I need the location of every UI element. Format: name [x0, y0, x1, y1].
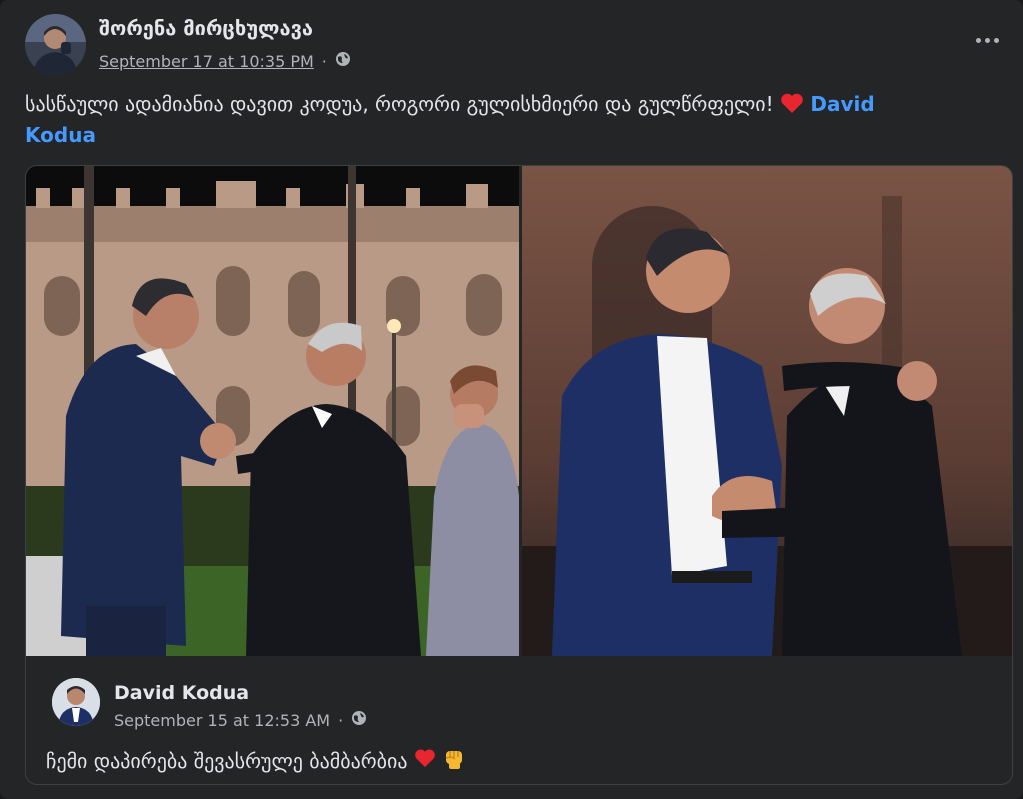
shared-post-text-block: ჩემი დაპირება შევასრულე ბამბარბია [46, 746, 466, 775]
raised-fist-icon [442, 746, 466, 775]
post-header: შორენა მირცხულავა September 17 at 10:35 … [25, 14, 1005, 76]
red-heart-icon [414, 748, 436, 773]
globe-icon[interactable] [335, 51, 351, 71]
post-text-block: სასწაული ადამიანია დავით კოდუა, როგორი გ… [25, 90, 985, 149]
shared-author-avatar[interactable] [52, 678, 100, 726]
shared-post-timestamp[interactable]: September 15 at 12:53 AM [114, 711, 330, 730]
post-text: სასწაული ადამიანია დავით კოდუა, როგორი გ… [25, 92, 774, 116]
red-heart-icon [780, 92, 804, 121]
post-meta: September 17 at 10:35 PM · [99, 51, 351, 71]
photo-right[interactable] [522, 166, 1012, 656]
photo-left[interactable] [26, 166, 519, 656]
author-name[interactable]: შორენა მირცხულავა [99, 16, 313, 40]
tag-name-first: David [810, 92, 875, 116]
tag-name-last: Kodua [25, 123, 96, 147]
more-options-icon[interactable] [969, 28, 1005, 52]
shared-post-text: ჩემი დაპირება შევასრულე ბამბარბია [46, 748, 408, 773]
shared-post-meta: September 15 at 12:53 AM · [114, 710, 367, 730]
meta-separator: · [321, 51, 327, 71]
photo-grid [26, 166, 1012, 656]
shared-author-name[interactable]: David Kodua [114, 682, 249, 704]
globe-icon[interactable] [351, 710, 367, 730]
author-avatar[interactable] [25, 14, 86, 75]
meta-separator: · [338, 710, 344, 730]
post-timestamp[interactable]: September 17 at 10:35 PM [99, 52, 314, 71]
shared-post-card[interactable]: David Kodua September 15 at 12:53 AM · ჩ… [25, 165, 1013, 785]
shared-post-header: David Kodua September 15 at 12:53 AM · [52, 678, 952, 730]
feed-post: შორენა მირცხულავა September 17 at 10:35 … [0, 0, 1023, 799]
